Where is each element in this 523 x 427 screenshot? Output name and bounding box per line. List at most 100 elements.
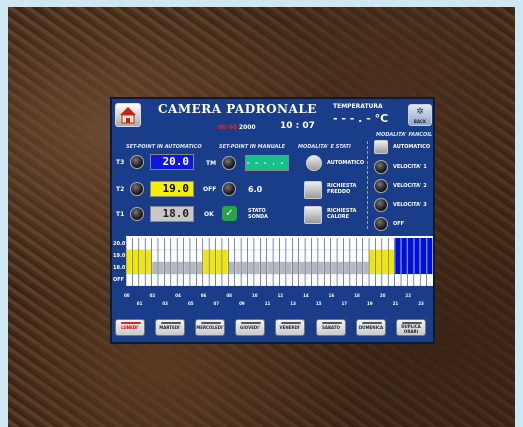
duplica-orari-button[interactable]: DUPLICA ORARI bbox=[396, 319, 426, 336]
date-red: 00 00 bbox=[218, 124, 237, 131]
day-button-domenica[interactable]: DOMENICA bbox=[356, 319, 386, 336]
day-button-mercoledi[interactable]: MERCOLEDI' bbox=[195, 319, 225, 336]
home-button[interactable] bbox=[115, 103, 141, 127]
automatico-mode-label: AUTOMATICO bbox=[327, 160, 365, 166]
schedule-bar[interactable] bbox=[408, 238, 414, 274]
schedule-bar[interactable] bbox=[164, 262, 171, 274]
hour-label: 01 bbox=[136, 301, 143, 306]
schedule-bar[interactable] bbox=[260, 262, 267, 274]
t3-label: T3 bbox=[116, 159, 125, 166]
schedule-bar[interactable] bbox=[132, 250, 139, 274]
back-button[interactable]: ✲ BACK bbox=[408, 104, 432, 126]
schedule-bar[interactable] bbox=[254, 262, 260, 274]
schedule-bar[interactable] bbox=[209, 250, 215, 274]
schedule-bar[interactable] bbox=[420, 238, 427, 274]
day-button-venerdi[interactable]: VENERDI' bbox=[275, 319, 305, 336]
day-button-giovedi[interactable]: GIOVEDI' bbox=[235, 319, 265, 336]
day-button-martedi[interactable]: MARTEDI' bbox=[155, 319, 185, 336]
schedule-bar[interactable] bbox=[286, 262, 292, 274]
schedule-bar[interactable] bbox=[356, 262, 363, 274]
t2-label: T2 bbox=[116, 186, 125, 193]
freddo-request-icon[interactable] bbox=[304, 181, 322, 199]
thermostat-screen: CAMERA PADRONALE 00 00 2000 10 : 07 TEMP… bbox=[110, 97, 435, 344]
schedule-bar[interactable] bbox=[414, 238, 420, 274]
schedule-bar[interactable] bbox=[184, 262, 190, 274]
off-label: OFF bbox=[203, 186, 217, 193]
schedule-bar[interactable] bbox=[152, 262, 158, 274]
hour-label: 12 bbox=[277, 293, 284, 298]
schedule-bar[interactable] bbox=[299, 262, 305, 274]
schedule-bar[interactable] bbox=[177, 262, 183, 274]
schedule-bar[interactable] bbox=[145, 250, 151, 274]
schedule-bar[interactable] bbox=[318, 262, 324, 274]
schedule-bar[interactable] bbox=[203, 250, 209, 274]
automatico-mode-icon[interactable] bbox=[306, 155, 322, 171]
schedule-bar[interactable] bbox=[401, 238, 407, 274]
daily-schedule-chart[interactable]: 20.0 19.0 18.0 OFF bbox=[112, 236, 433, 287]
schedule-bar[interactable] bbox=[369, 250, 375, 274]
calore-request-icon[interactable] bbox=[304, 206, 322, 224]
t1-value[interactable]: 18.0 bbox=[150, 206, 194, 222]
schedule-bar[interactable] bbox=[126, 250, 132, 274]
hour-label: 09 bbox=[239, 301, 245, 306]
day-label: SABATO bbox=[322, 325, 340, 330]
schedule-bar[interactable] bbox=[228, 262, 235, 274]
tm-knob[interactable] bbox=[222, 156, 236, 170]
temperature-value: - - - . - °C bbox=[333, 112, 389, 125]
hour-label: 19 bbox=[367, 301, 373, 306]
off-value: 6.0 bbox=[248, 185, 263, 194]
schedule-bar[interactable] bbox=[273, 262, 279, 274]
off-knob[interactable] bbox=[222, 182, 236, 196]
fan-speed1-knob[interactable] bbox=[374, 160, 388, 174]
day-label: LUNEDI' bbox=[121, 325, 139, 330]
schedule-bar[interactable] bbox=[139, 250, 145, 274]
day-button-lunedi[interactable]: LUNEDI' bbox=[115, 319, 145, 336]
t2-value[interactable]: 19.0 bbox=[150, 181, 194, 197]
schedule-bar[interactable] bbox=[363, 262, 369, 274]
t3-value[interactable]: 20.0 bbox=[150, 154, 194, 170]
fan-automatico-icon[interactable] bbox=[374, 140, 388, 154]
day-label: GIOVEDI' bbox=[240, 325, 260, 330]
t3-knob[interactable] bbox=[130, 155, 144, 169]
schedule-bar[interactable] bbox=[350, 262, 356, 274]
t1-knob[interactable] bbox=[130, 207, 144, 221]
schedule-bar[interactable] bbox=[337, 262, 343, 274]
schedule-bar[interactable] bbox=[248, 262, 254, 274]
schedule-bar[interactable] bbox=[312, 262, 318, 274]
calore-request-label: RICHIESTA CALORE bbox=[327, 208, 357, 220]
schedule-bar[interactable] bbox=[171, 262, 177, 274]
hour-label: 04 bbox=[175, 293, 181, 298]
schedule-bar[interactable] bbox=[222, 250, 228, 274]
schedule-bar[interactable] bbox=[241, 262, 247, 274]
day-button-sabato[interactable]: SABATO bbox=[316, 319, 346, 336]
schedule-bar[interactable] bbox=[158, 262, 164, 274]
fan-off-knob[interactable] bbox=[374, 217, 388, 231]
fan-speed3-knob[interactable] bbox=[374, 198, 388, 212]
tm-value[interactable]: - - - . - bbox=[245, 155, 289, 171]
schedule-bar[interactable] bbox=[324, 262, 331, 274]
schedule-bar[interactable] bbox=[395, 238, 401, 274]
schedule-bar[interactable] bbox=[190, 262, 196, 274]
schedule-bar[interactable] bbox=[196, 262, 203, 274]
fan-divider bbox=[367, 141, 368, 229]
schedule-bar[interactable] bbox=[216, 250, 222, 274]
schedule-bar[interactable] bbox=[305, 262, 311, 274]
schedule-bar[interactable] bbox=[388, 250, 395, 274]
schedule-bar[interactable] bbox=[267, 262, 273, 274]
schedule-bar[interactable] bbox=[427, 238, 433, 274]
section-manual-label: SET-POINT IN MANUALE bbox=[219, 144, 286, 150]
ok-label: OK bbox=[204, 211, 214, 218]
t2-knob[interactable] bbox=[130, 182, 144, 196]
schedule-bar[interactable] bbox=[331, 262, 337, 274]
schedule-bar[interactable] bbox=[280, 262, 286, 274]
schedule-bar[interactable] bbox=[382, 250, 388, 274]
y-level-label: OFF bbox=[113, 277, 124, 283]
hour-label: 11 bbox=[264, 301, 271, 306]
schedule-bar[interactable] bbox=[344, 262, 350, 274]
hour-label: 14 bbox=[303, 293, 309, 298]
schedule-bar[interactable] bbox=[235, 262, 241, 274]
schedule-bar[interactable] bbox=[376, 250, 382, 274]
hour-label: 20 bbox=[379, 293, 386, 298]
schedule-bar[interactable] bbox=[292, 262, 299, 274]
fan-speed2-knob[interactable] bbox=[374, 179, 388, 193]
